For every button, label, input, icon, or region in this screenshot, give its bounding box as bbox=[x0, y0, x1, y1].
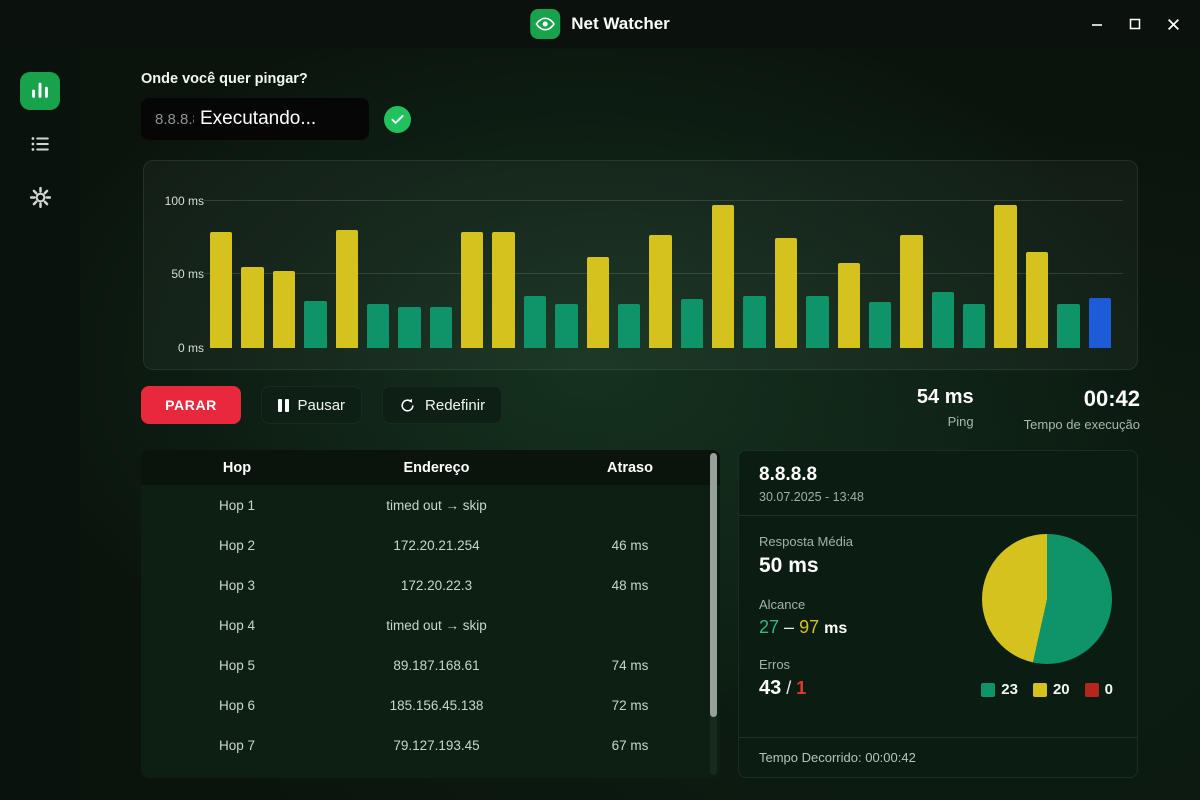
chart-bar bbox=[336, 230, 358, 348]
host-input[interactable]: 8.8.8.8 Executando... bbox=[141, 98, 369, 140]
chart-bar bbox=[210, 232, 232, 348]
chart-bar bbox=[241, 267, 263, 348]
reset-button[interactable]: Redefinir bbox=[382, 386, 502, 424]
latency-chart-panel: 100 ms 50 ms 0 ms bbox=[143, 160, 1138, 370]
ping-label: Ping bbox=[917, 414, 974, 429]
bar-chart-bars bbox=[210, 186, 1111, 348]
runtime-value: 00:42 bbox=[1024, 386, 1140, 412]
chart-bar bbox=[304, 301, 326, 348]
table-row: Hop 6185.156.45.13872 ms bbox=[141, 685, 720, 725]
chart-bar bbox=[555, 304, 577, 348]
table-scrollbar[interactable] bbox=[710, 453, 717, 775]
bar-chart-icon bbox=[29, 79, 51, 104]
chart-bar bbox=[994, 205, 1016, 348]
chart-bar bbox=[367, 304, 389, 348]
ping-stat: 54 ms Ping bbox=[917, 386, 974, 432]
chart-bar bbox=[963, 304, 985, 348]
chart-bar bbox=[1057, 304, 1079, 348]
table-row: Hop 2172.20.21.25446 ms bbox=[141, 525, 720, 565]
chart-bar bbox=[492, 232, 514, 348]
col-address: Endereço bbox=[333, 460, 540, 476]
elapsed-time: Tempo Decorrido: 00:00:42 bbox=[739, 737, 1137, 777]
chart-bar bbox=[775, 238, 797, 348]
chart-bar bbox=[806, 296, 828, 348]
y-tick-0: 0 ms bbox=[156, 341, 204, 355]
hops-table-header: Hop Endereço Atraso bbox=[141, 450, 720, 485]
ping-value: 54 ms bbox=[917, 386, 974, 409]
col-hop: Hop bbox=[141, 460, 333, 476]
legend-item: 23 bbox=[981, 681, 1018, 698]
run-date: 30.07.2025 - 13:48 bbox=[759, 490, 1117, 504]
chart-bar bbox=[838, 263, 860, 348]
gear-icon bbox=[29, 186, 52, 212]
chart-bar bbox=[461, 232, 483, 348]
avg-response-label: Resposta Média bbox=[759, 534, 853, 549]
table-row: Hop 779.127.193.4567 ms bbox=[141, 725, 720, 765]
stop-button[interactable]: PARAR bbox=[141, 386, 241, 424]
chart-bar bbox=[869, 302, 891, 348]
errors-value: 43 / 1 bbox=[759, 677, 853, 700]
app-logo-icon bbox=[530, 9, 560, 39]
scrollbar-thumb[interactable] bbox=[710, 453, 717, 717]
table-row: Hop 845.142.120.169 ms bbox=[141, 765, 720, 778]
chart-bar bbox=[587, 257, 609, 348]
legend-item: 0 bbox=[1085, 681, 1113, 698]
sidebar bbox=[0, 48, 80, 800]
chart-bar bbox=[1026, 252, 1048, 348]
chart-bar bbox=[712, 205, 734, 348]
sidebar-item-monitor[interactable] bbox=[20, 72, 60, 110]
minimize-button[interactable] bbox=[1080, 8, 1114, 40]
chart-bar bbox=[649, 235, 671, 348]
table-row: Hop 3172.20.22.348 ms bbox=[141, 565, 720, 605]
hops-table: Hop Endereço Atraso Hop 1timed out → ski… bbox=[141, 450, 720, 778]
summary-card: 8.8.8.8 30.07.2025 - 13:48 Resposta Médi… bbox=[738, 450, 1138, 778]
range-label: Alcance bbox=[759, 597, 853, 612]
table-row: Hop 4timed out → skip bbox=[141, 605, 720, 645]
y-tick-50: 50 ms bbox=[156, 267, 204, 281]
table-row: Hop 1timed out → skip bbox=[141, 485, 720, 525]
col-delay: Atraso bbox=[540, 460, 720, 476]
chart-bar bbox=[1089, 298, 1111, 348]
chart-bar bbox=[618, 304, 640, 348]
window-title: Net Watcher bbox=[571, 14, 670, 34]
target-host: 8.8.8.8 bbox=[759, 464, 1117, 486]
legend-swatch bbox=[1085, 683, 1099, 697]
legend-swatch bbox=[1033, 683, 1047, 697]
hops-table-body: Hop 1timed out → skipHop 2172.20.21.2544… bbox=[141, 485, 720, 778]
main-content: Onde você quer pingar? 8.8.8.8 Executand… bbox=[80, 48, 1200, 800]
sidebar-item-list[interactable] bbox=[20, 126, 60, 164]
running-status-label: Executando... bbox=[194, 98, 322, 140]
maximize-button[interactable] bbox=[1118, 8, 1152, 40]
success-check-icon bbox=[384, 106, 411, 133]
chart-bar bbox=[398, 307, 420, 348]
pie-legend: 23 20 0 bbox=[981, 681, 1113, 698]
table-row: Hop 589.187.168.6174 ms bbox=[141, 645, 720, 685]
close-button[interactable] bbox=[1156, 8, 1190, 40]
chart-bar bbox=[681, 299, 703, 348]
reset-icon bbox=[399, 397, 416, 414]
list-icon bbox=[29, 133, 51, 158]
reset-button-label: Redefinir bbox=[425, 397, 485, 414]
legend-swatch bbox=[981, 683, 995, 697]
chart-bar bbox=[743, 296, 765, 348]
sidebar-item-settings[interactable] bbox=[20, 180, 60, 218]
chart-bar bbox=[524, 296, 546, 348]
pause-icon bbox=[278, 399, 289, 412]
chart-bar bbox=[273, 271, 295, 348]
legend-item: 20 bbox=[1033, 681, 1070, 698]
pause-button-label: Pausar bbox=[298, 397, 346, 414]
errors-label: Erros bbox=[759, 657, 853, 672]
pause-button[interactable]: Pausar bbox=[261, 386, 362, 424]
range-value: 27 – 97 ms bbox=[759, 617, 853, 638]
runtime-label: Tempo de execução bbox=[1024, 417, 1140, 432]
runtime-stat: 00:42 Tempo de execução bbox=[1024, 386, 1140, 432]
chart-bar bbox=[900, 235, 922, 348]
pie-chart bbox=[982, 534, 1112, 664]
titlebar: Net Watcher bbox=[0, 0, 1200, 48]
ping-question-label: Onde você quer pingar? bbox=[141, 71, 308, 87]
avg-response-value: 50 ms bbox=[759, 554, 853, 578]
chart-bar bbox=[430, 307, 452, 348]
y-tick-100: 100 ms bbox=[156, 194, 204, 208]
chart-bar bbox=[932, 292, 954, 348]
